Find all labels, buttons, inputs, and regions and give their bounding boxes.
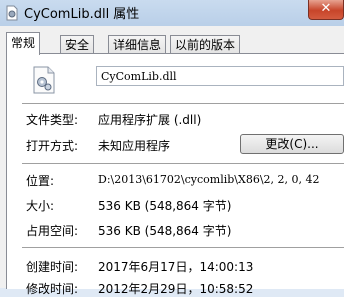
close-button[interactable]: ✕ xyxy=(308,0,344,20)
dll-file-icon xyxy=(6,5,18,21)
modified-label: 修改时间: xyxy=(26,282,79,296)
change-button[interactable]: 更改(C)... xyxy=(240,134,344,154)
divider xyxy=(22,163,344,165)
dll-file-icon-large xyxy=(33,66,55,94)
tab-strip: 常规 安全 详细信息 以前的版本 xyxy=(6,32,344,55)
size-value: 536 KB (548,864 字节) xyxy=(98,199,232,213)
location-value: D:\2013\61702\cycomlib\X86\2, 2, 0, 42 xyxy=(98,173,320,186)
created-label: 创建时间: xyxy=(26,260,79,274)
tab-details[interactable]: 详细信息 xyxy=(108,35,167,54)
window-title: CyComLib.dll 属性 xyxy=(24,7,140,22)
title-bar[interactable]: CyComLib.dll 属性 ✕ xyxy=(0,0,344,26)
file-name-input[interactable]: CyComLib.dll xyxy=(96,66,344,86)
open-with-label: 打开方式: xyxy=(26,139,79,153)
file-type-label: 文件类型: xyxy=(26,113,79,127)
size-label: 大小: xyxy=(26,199,55,213)
file-type-value: 应用程序扩展 (.dll) xyxy=(98,113,202,127)
open-with-value: 未知应用程序 xyxy=(98,139,171,153)
divider xyxy=(22,247,344,249)
tab-previous-versions[interactable]: 以前的版本 xyxy=(170,35,241,54)
created-value: 2017年6月17日，14:00:13 xyxy=(98,260,254,274)
general-panel xyxy=(6,53,344,289)
size-on-disk-value: 536 KB (548,864 字节) xyxy=(98,224,232,238)
divider xyxy=(22,103,344,105)
tab-general[interactable]: 常规 xyxy=(6,32,41,55)
size-on-disk-label: 占用空间: xyxy=(26,224,79,238)
modified-value: 2012年2月29日，10:58:52 xyxy=(98,282,254,296)
location-label: 位置: xyxy=(26,174,55,188)
tab-security[interactable]: 安全 xyxy=(60,35,95,54)
